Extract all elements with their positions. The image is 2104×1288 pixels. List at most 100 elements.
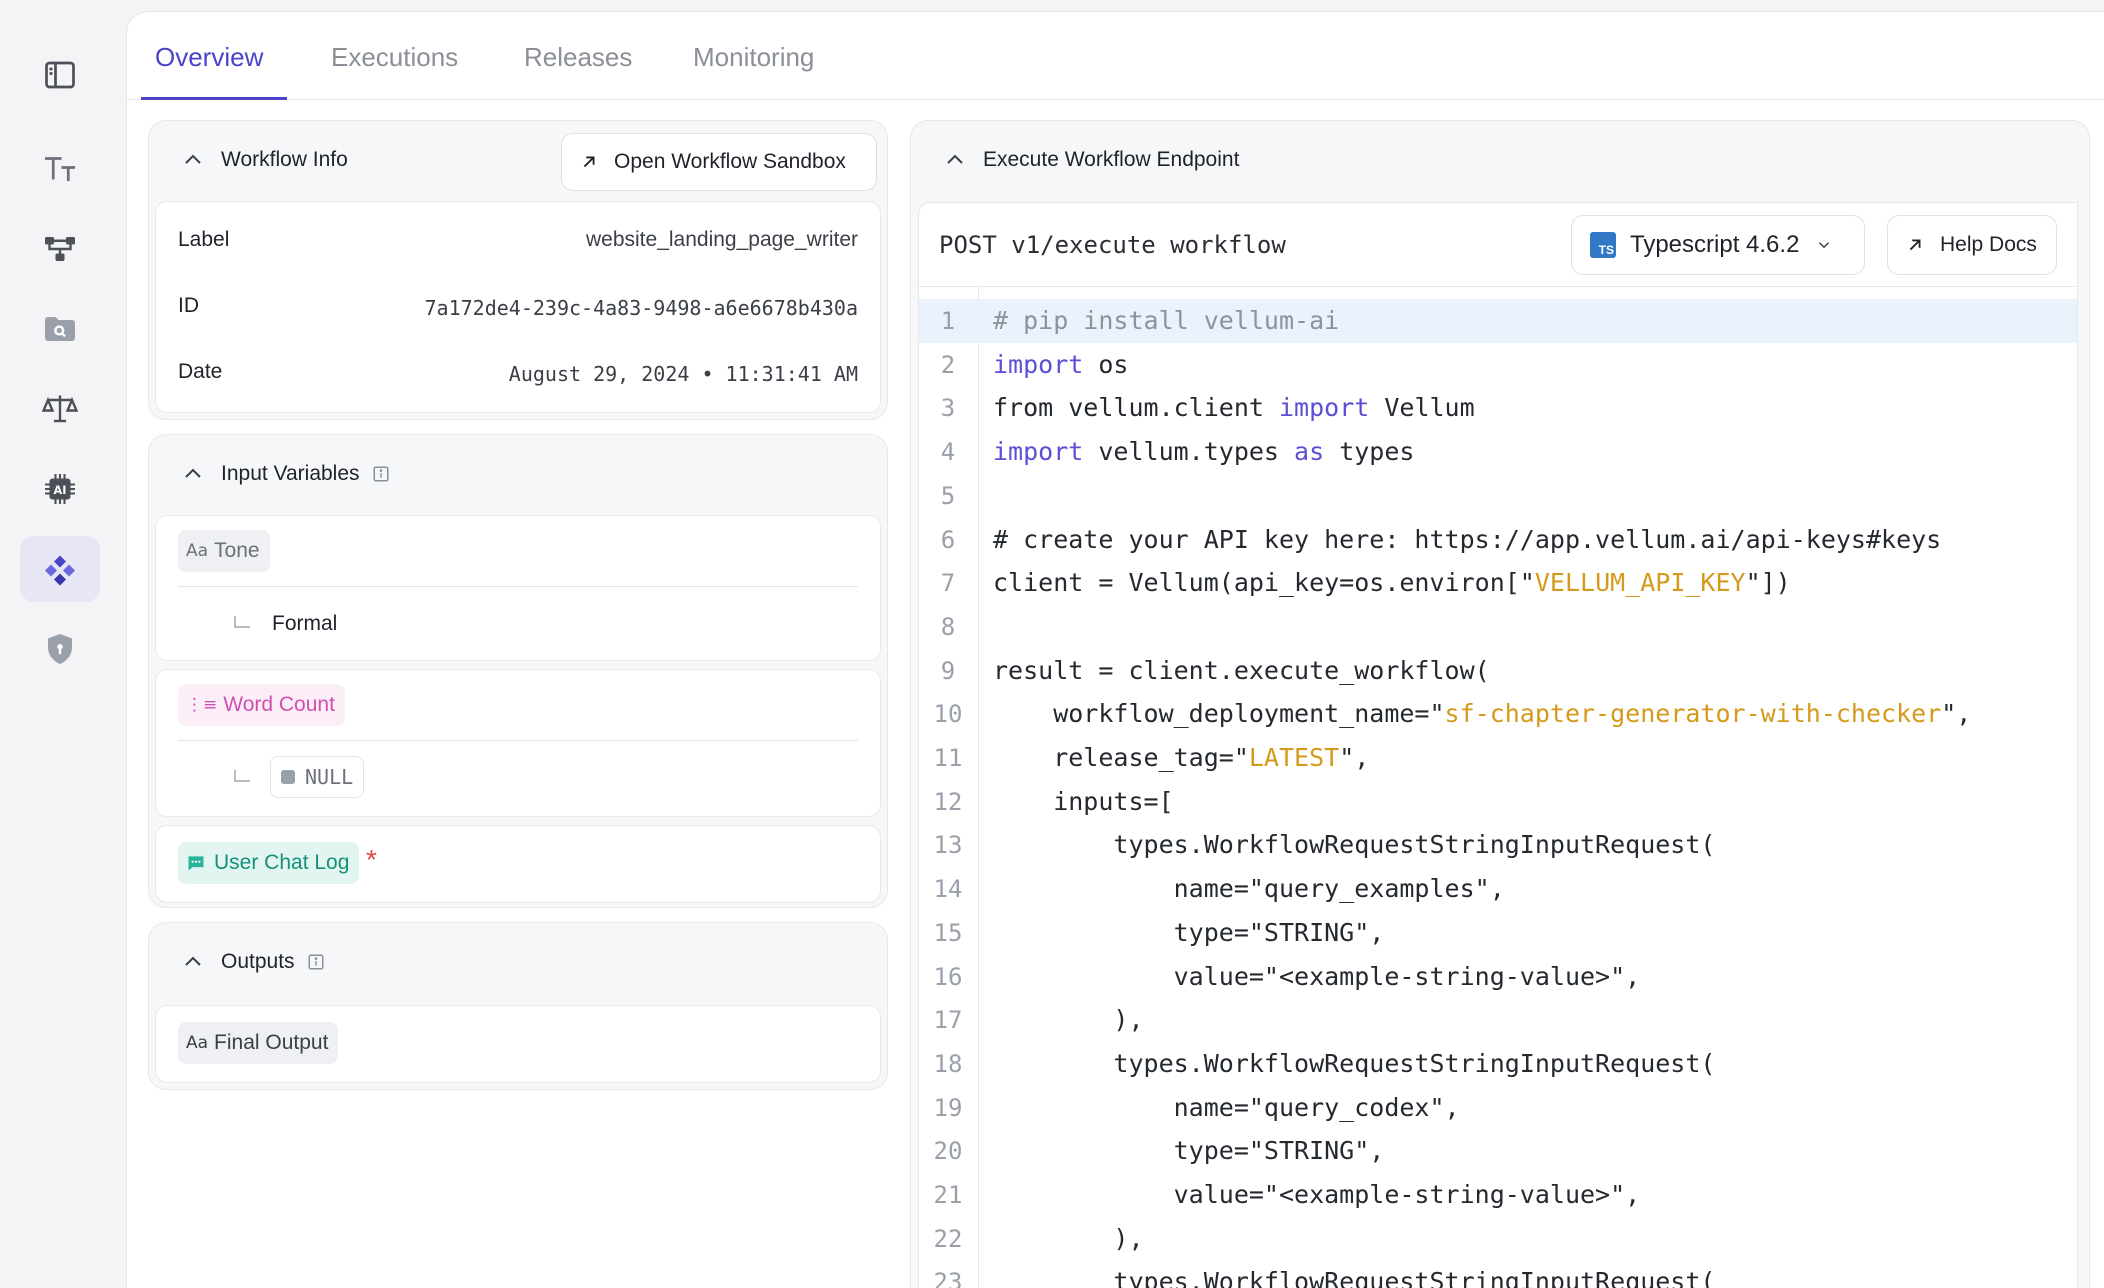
line-number: 9: [940, 656, 956, 685]
line-number: 18: [933, 1049, 963, 1078]
execute-endpoint-header[interactable]: Execute Workflow Endpoint: [911, 121, 2089, 199]
line-number: 5: [940, 481, 956, 510]
code-panel: POST v1/execute workflow TS Typescript 4…: [918, 202, 2078, 1288]
code-line: 3 from vellum.client import Vellum: [919, 386, 2077, 430]
code-token: release_tag=": [993, 743, 1249, 772]
workflow-info-title: Workflow Info: [221, 148, 348, 171]
svg-text:AI: AI: [54, 484, 67, 497]
icon-rail: AI: [0, 0, 122, 1288]
id-key: ID: [178, 294, 199, 317]
input-variable-user-chat-log[interactable]: User Chat Log *: [155, 825, 881, 903]
code-token: os: [1083, 349, 1129, 379]
code-token: Vellum: [1369, 393, 1475, 423]
code-token: import: [1278, 393, 1370, 423]
code-text: name="query_codex",: [993, 1086, 1460, 1130]
open-workflow-sandbox-button[interactable]: Open Workflow Sandbox: [561, 133, 877, 191]
input-variables-header[interactable]: Input Variables: [149, 435, 887, 513]
line-number: 11: [933, 744, 963, 772]
workflow-tree-icon[interactable]: [20, 216, 100, 282]
branch-connector: [234, 616, 250, 628]
deployment-diamonds-icon[interactable]: [20, 536, 100, 602]
info-icon[interactable]: [307, 953, 325, 971]
tab-monitoring[interactable]: Monitoring: [693, 42, 814, 73]
text-format-icon[interactable]: [20, 136, 100, 202]
date-key: Date: [178, 360, 223, 383]
code-line: 23 types.WorkflowRequestStringInputReque…: [919, 1260, 2077, 1288]
code-line: 21 value="<example-string-value>",: [919, 1173, 2077, 1217]
outputs-header[interactable]: Outputs: [149, 923, 887, 1001]
code-token: vellum.types: [1083, 437, 1295, 467]
code-line: 9 result = client.execute_workflow(: [919, 649, 2077, 693]
code-token: VELLUM_API_KEY: [1534, 568, 1746, 598]
code-line: 1 # pip install vellum-ai: [919, 299, 2077, 343]
code-token: type="STRING",: [993, 917, 1385, 947]
open-workflow-sandbox-label: Open Workflow Sandbox: [614, 150, 846, 173]
tab-executions[interactable]: Executions: [331, 42, 458, 73]
code-text: types.WorkflowRequestStringInputRequest(: [993, 823, 1715, 867]
null-icon: [281, 770, 295, 784]
code-text: value="<example-string-value>",: [993, 955, 1641, 999]
code-line: 15 type="STRING",: [919, 911, 2077, 955]
code-token: as: [1294, 437, 1325, 467]
help-docs-button[interactable]: Help Docs: [1887, 215, 2057, 275]
language-label: Typescript 4.6.2: [1630, 231, 1800, 258]
folder-search-icon[interactable]: [20, 296, 100, 362]
code-token: types.WorkflowRequestStringInputRequest(: [993, 830, 1716, 860]
date-value: August 29, 2024 • 11:31:41 AM: [508, 362, 858, 386]
arrow-up-right-icon: [583, 156, 595, 168]
input-variable-tone[interactable]: Aa Tone Formal: [155, 515, 881, 661]
tab-overview[interactable]: Overview: [155, 42, 263, 73]
code-text: types.WorkflowRequestStringInputRequest(: [993, 1042, 1715, 1086]
code-line: 19 name="query_codex",: [919, 1086, 2077, 1130]
word-count-chip[interactable]: ⋮≡ Word Count: [178, 684, 345, 726]
code-token: sf-chapter-generator-with-checker: [1444, 699, 1942, 729]
chevron-up-icon: [947, 154, 963, 164]
tone-value: Formal: [272, 612, 338, 635]
code-token: types.WorkflowRequestStringInputRequest(: [993, 1267, 1716, 1288]
outputs-card: Outputs Aa Final Output: [148, 922, 888, 1090]
code-token: value="<example-string-value>",: [993, 961, 1641, 991]
output-final-output[interactable]: Aa Final Output: [155, 1005, 881, 1083]
code-text: value="<example-string-value>",: [993, 1173, 1641, 1217]
user-chat-log-name: User Chat Log: [214, 851, 350, 874]
sidebar-toggle-icon[interactable]: [20, 42, 100, 108]
code-token: ",: [1941, 699, 1972, 729]
line-number: 14: [933, 875, 963, 904]
code-text: from vellum.client import Vellum: [993, 386, 1475, 430]
line-number: 22: [933, 1224, 963, 1253]
code-text: result = client.execute_workflow(: [993, 649, 1490, 693]
scale-icon[interactable]: [20, 376, 100, 442]
line-number: 12: [933, 787, 963, 816]
code-token: types.WorkflowRequestStringInputRequest(: [993, 1048, 1716, 1078]
code-line: 6 # create your API key here: https://app…: [919, 518, 2077, 562]
ai-chip-icon[interactable]: AI: [20, 456, 100, 522]
code-token: import: [993, 349, 1084, 379]
user-chat-log-chip[interactable]: User Chat Log: [178, 842, 360, 884]
line-number: 8: [940, 612, 956, 641]
input-variable-word-count[interactable]: ⋮≡ Word Count NULL: [155, 669, 881, 817]
code-token: inputs=[: [993, 786, 1174, 816]
input-variables-card: Input Variables Aa Tone Formal ⋮≡ Word C…: [148, 434, 888, 908]
code-text: ),: [993, 998, 1143, 1042]
final-output-chip[interactable]: Aa Final Output: [178, 1022, 339, 1064]
chevron-up-icon: [185, 956, 201, 966]
line-number: 6: [940, 525, 956, 554]
code-text: client = Vellum(api_key=os.environ["VELL…: [993, 561, 1791, 605]
line-number: 15: [933, 918, 963, 947]
code-token: name="query_examples",: [993, 874, 1505, 904]
code-token: types: [1324, 437, 1415, 467]
workflow-info-details: Label website_landing_page_writer ID 7a1…: [155, 201, 881, 413]
workflow-info-card: Workflow Info Open Workflow Sandbox Labe…: [148, 120, 888, 420]
line-number: 10: [933, 700, 963, 729]
code-line: 12 inputs=[: [919, 780, 2077, 824]
label-key: Label: [178, 228, 230, 251]
tab-bar: Overview Executions Releases Monitoring: [127, 12, 2104, 100]
tone-chip[interactable]: Aa Tone: [178, 530, 270, 572]
language-select[interactable]: TS Typescript 4.6.2: [1571, 215, 1865, 275]
shield-icon[interactable]: [20, 616, 100, 682]
final-output-name: Final Output: [214, 1031, 329, 1054]
line-number: 21: [933, 1181, 963, 1209]
tab-releases[interactable]: Releases: [524, 42, 632, 73]
info-icon[interactable]: [372, 465, 390, 483]
chevron-down-icon: [1819, 242, 1830, 249]
